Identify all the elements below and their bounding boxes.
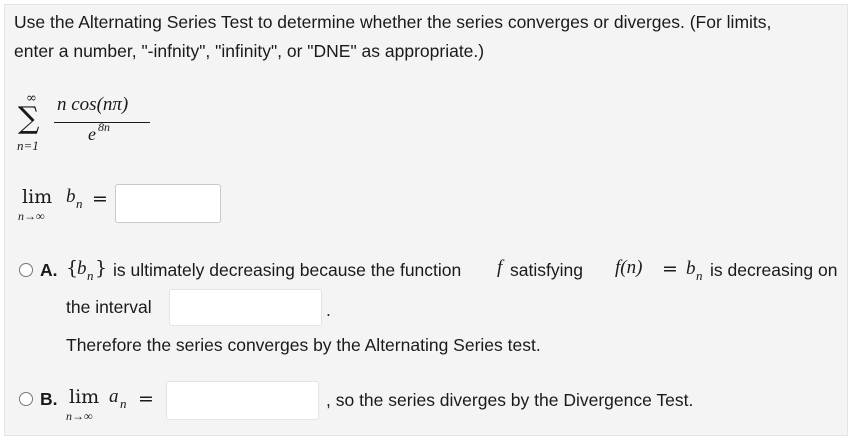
option-a-text-1: is ultimately decreasing because the fun… <box>113 260 462 280</box>
series-numerator: n cos(nπ) <box>57 94 129 115</box>
lim-label: lim <box>22 186 53 208</box>
limit-bn-input[interactable] <box>115 184 221 223</box>
option-a-text-2: is decreasing on <box>710 260 838 280</box>
option-a-seq-sub: n <box>87 268 94 283</box>
option-b-an-variable: a <box>109 386 119 407</box>
series-denominator-base: e <box>88 124 96 144</box>
option-b-letter: B. <box>40 389 58 409</box>
equals-sign: = <box>92 188 108 210</box>
option-a-fn: f(n) <box>615 257 643 278</box>
option-a-conclusion: Therefore the series converges by the Al… <box>66 335 541 355</box>
option-b-radio[interactable] <box>19 392 33 406</box>
option-b-equals: = <box>138 388 154 410</box>
option-b-limit-input[interactable] <box>166 381 319 420</box>
sum-lower-limit: n=1 <box>17 138 39 153</box>
bn-subscript: n <box>76 196 83 211</box>
option-a-interval-label: the interval <box>66 297 152 317</box>
lim-subscript: n→∞ <box>18 209 45 223</box>
prompt-line-2: enter a number, "-infnity", "infinity", … <box>14 41 485 61</box>
option-a-bn-sub: n <box>696 268 703 283</box>
option-a-bn: b <box>686 258 696 279</box>
option-b-lim-subscript: n→∞ <box>66 409 93 423</box>
option-b-lim-label: lim <box>69 386 100 408</box>
question-prompt: Use the Alternating Series Test to deter… <box>14 8 834 66</box>
option-a-interval-input[interactable] <box>169 289 322 326</box>
series-denominator-exponent: 8n <box>98 120 110 134</box>
option-a-satisfying: satisfying <box>510 260 583 280</box>
sigma-symbol: ∑ <box>18 101 40 136</box>
option-a-equals: = <box>662 258 678 280</box>
bn-variable: b <box>66 186 76 207</box>
option-a-radio[interactable] <box>19 263 33 277</box>
option-a-seq-close: } <box>95 257 108 279</box>
option-b-an-subscript: n <box>120 396 127 411</box>
option-a-period: . <box>326 300 331 320</box>
option-a-func-f: f <box>497 257 503 278</box>
prompt-line-1: Use the Alternating Series Test to deter… <box>14 12 772 32</box>
option-b-text: , so the series diverges by the Divergen… <box>326 390 694 410</box>
option-a-letter: A. <box>40 260 58 280</box>
option-a-seq-var: b <box>77 258 87 279</box>
